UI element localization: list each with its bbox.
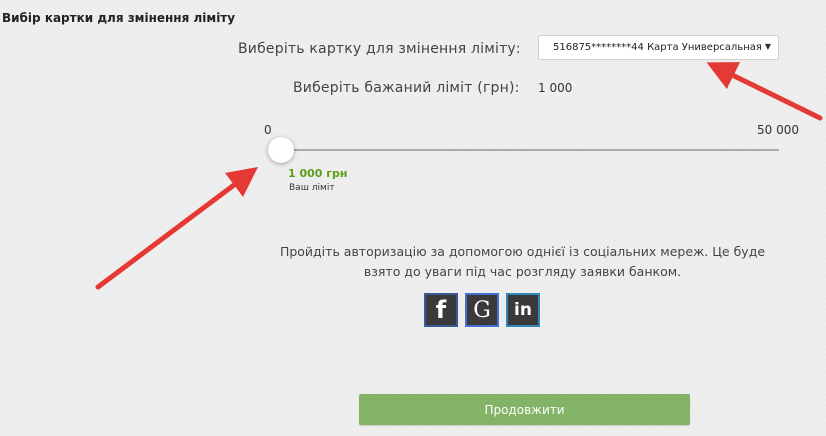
annotation-arrows [95, 62, 823, 290]
arrow-to-slider [95, 167, 258, 290]
arrow-to-card-select [706, 62, 823, 121]
